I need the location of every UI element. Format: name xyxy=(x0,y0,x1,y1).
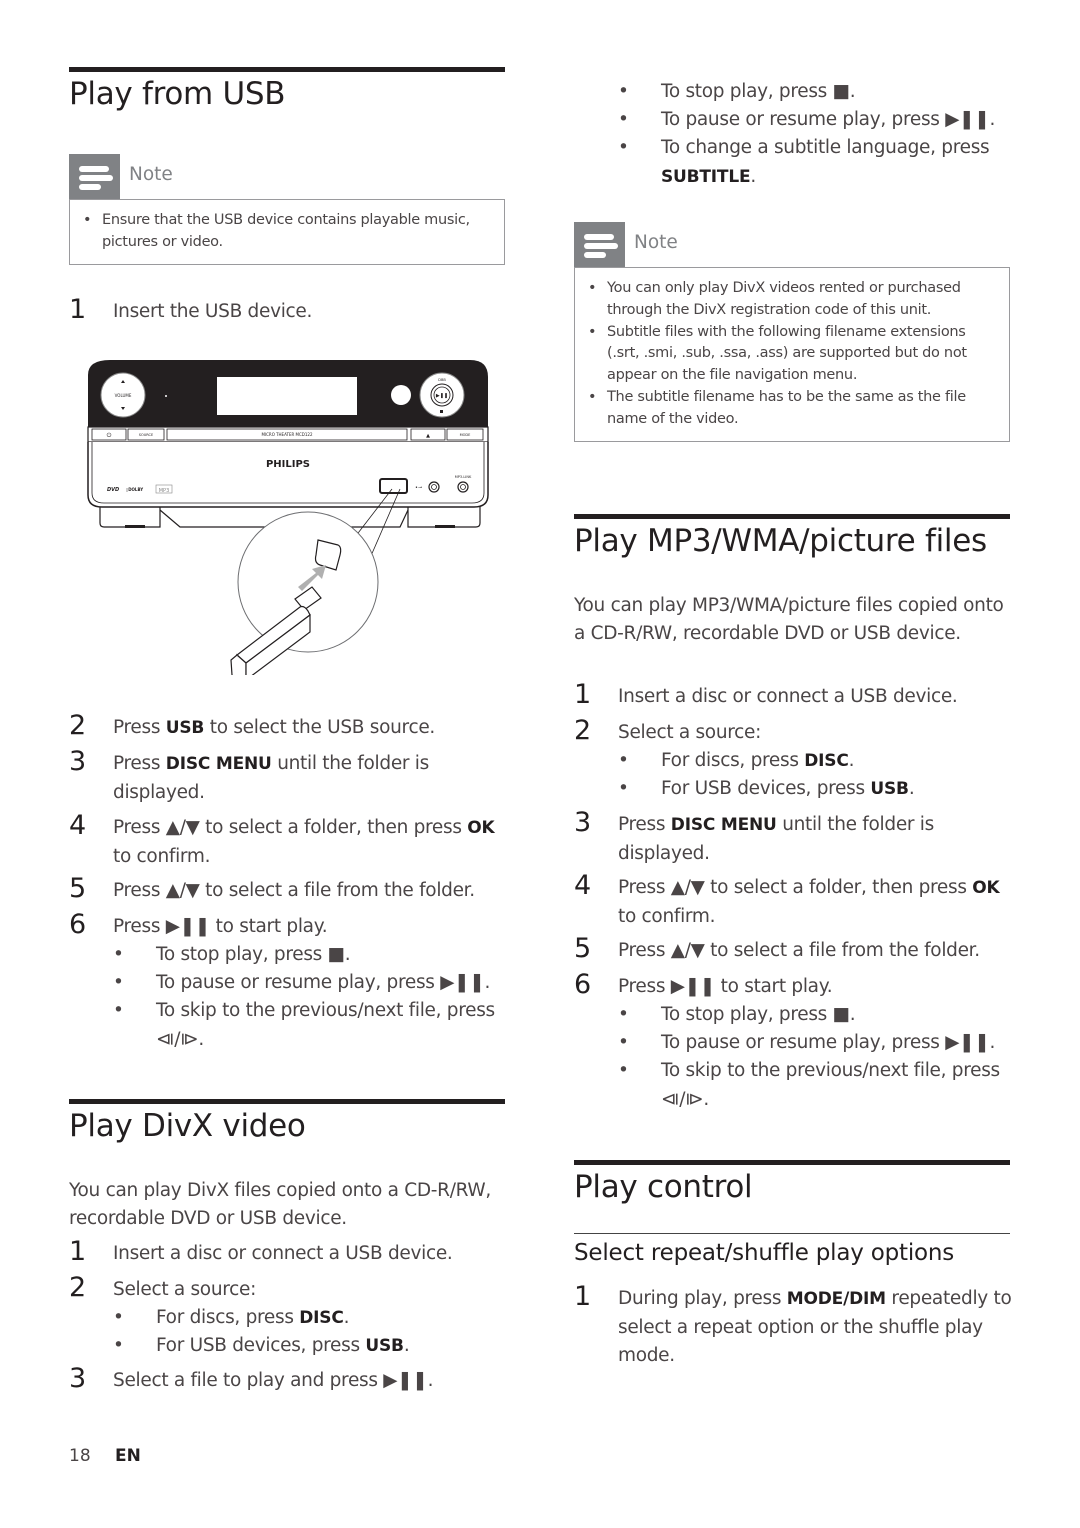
svg-text:SOURCE: SOURCE xyxy=(139,433,153,437)
note-icon xyxy=(574,222,625,267)
step-text: Press USB to select the USB source. xyxy=(113,717,435,738)
note-label: Note xyxy=(634,232,678,253)
section-rule xyxy=(574,514,1010,519)
step-number: 3 xyxy=(69,746,87,777)
note-icon xyxy=(69,154,120,199)
step-text: Insert a disc or connect a USB device. xyxy=(113,1243,453,1264)
step-text: Select a source: xyxy=(618,722,762,743)
step-number: 4 xyxy=(574,870,592,901)
volume-label: VOLUME xyxy=(115,393,132,398)
step-number: 5 xyxy=(69,873,87,904)
section-rule xyxy=(69,67,505,72)
section-title-divx: Play DivX video xyxy=(69,1108,306,1144)
step-number: 4 xyxy=(69,810,87,841)
step-number: 2 xyxy=(69,710,87,741)
step-number: 1 xyxy=(69,1236,87,1267)
subsection-rule xyxy=(574,1233,1010,1234)
section-intro: You can play MP3/WMA/picture files copie… xyxy=(574,595,1004,644)
section-title-mp3: Play MP3/WMA/picture files xyxy=(574,523,987,559)
note-item: • Subtitle files with the following filen… xyxy=(588,323,967,384)
device-illustration: VOLUME ▶❚❚ DBB ⏻ SOURCE MICRO THEATER MC… xyxy=(87,360,489,675)
step-text: Select a file to play and press ▶❚❚. xyxy=(113,1370,434,1391)
svg-text:▯DOLBY: ▯DOLBY xyxy=(126,487,143,492)
step-number: 1 xyxy=(574,679,592,710)
step-number: 2 xyxy=(574,715,592,746)
step-text: Press ▶❚❚ to start play. xyxy=(618,976,833,997)
model-label: MICRO THEATER MCD122 xyxy=(261,432,312,437)
step-text: Insert the USB device. xyxy=(113,301,313,322)
section-rule xyxy=(574,1160,1010,1165)
step-number: 6 xyxy=(69,909,87,940)
svg-text:DBB: DBB xyxy=(438,378,446,382)
page-number: 18 xyxy=(69,1446,91,1466)
note-item: • The subtitle filename has to be the sam… xyxy=(588,388,966,427)
section-intro: You can play DivX files copied onto a CD… xyxy=(69,1180,492,1229)
button-keyword: DISC MENU xyxy=(165,754,272,774)
svg-text:MP3: MP3 xyxy=(159,488,170,494)
note-item: • You can only play DivX videos rented or… xyxy=(588,280,961,318)
svg-text:⏻: ⏻ xyxy=(107,432,112,439)
step-text: Insert a disc or connect a USB device. xyxy=(618,686,958,707)
step-text: Press DISC MENU until the folder is disp… xyxy=(113,753,429,803)
step-text: Press ▲/▼ to select a folder, then press… xyxy=(618,877,1000,927)
svg-text:MP3-LINK: MP3-LINK xyxy=(455,475,472,479)
step-text: Press ▶❚❚ to start play. xyxy=(113,916,328,937)
usb-port xyxy=(379,478,408,494)
note-label: Note xyxy=(129,164,173,185)
step-number: 6 xyxy=(574,969,592,1000)
svg-text:▲: ▲ xyxy=(426,433,430,439)
page-language: EN xyxy=(115,1446,141,1466)
step-number: 1 xyxy=(574,1281,592,1312)
step-text: Select a source: xyxy=(113,1279,257,1300)
step-number: 5 xyxy=(574,933,592,964)
brand-logo: PHILIPS xyxy=(266,459,310,470)
note-box: • Ensure that the USB device contains pla… xyxy=(69,199,505,265)
step-text: Press ▲/▼ to select a file from the fold… xyxy=(113,880,475,901)
note-item: • Ensure that the USB device contains pla… xyxy=(83,212,470,250)
step-number: 2 xyxy=(69,1272,87,1303)
step-text: During play, press MODE/DIM repeatedly t… xyxy=(618,1288,1012,1366)
step-number: 3 xyxy=(69,1363,87,1394)
svg-text:MODE: MODE xyxy=(460,433,471,437)
button-keyword: SUBTITLE xyxy=(661,166,751,187)
step-text: Press DISC MENU until the folder is disp… xyxy=(618,814,934,864)
button-keyword: OK xyxy=(467,818,495,838)
step-text: Press ▲/▼ to select a file from the fold… xyxy=(618,940,980,961)
step-number: 1 xyxy=(69,294,87,325)
section-rule xyxy=(69,1099,505,1104)
step-number: 3 xyxy=(574,807,592,838)
section-title-usb: Play from USB xyxy=(69,76,286,112)
section-title-play-control: Play control xyxy=(574,1169,753,1205)
step-text: Press ▲/▼ to select a folder, then press… xyxy=(113,817,495,867)
note-box: • You can only play DivX videos rented or… xyxy=(574,267,1010,442)
svg-text:•⊸: •⊸ xyxy=(415,485,422,491)
svg-text:DVD: DVD xyxy=(107,487,119,493)
svg-text:▶❚❚: ▶❚❚ xyxy=(436,393,448,399)
subsection-title: Select repeat/shuffle play options xyxy=(574,1240,955,1266)
button-keyword: USB xyxy=(165,718,205,738)
